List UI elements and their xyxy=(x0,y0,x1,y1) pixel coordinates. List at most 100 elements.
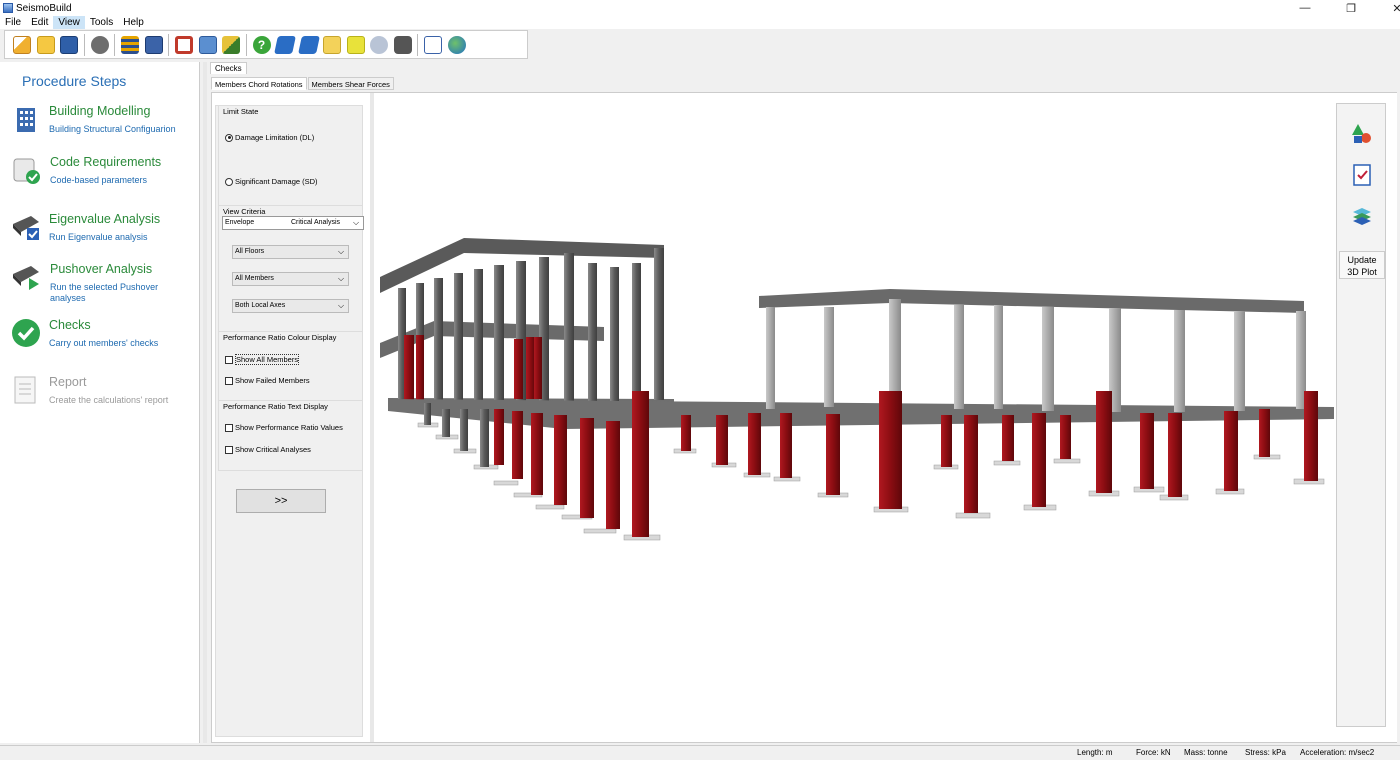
main-area: Checks Members Chord Rotations Members S… xyxy=(208,62,1400,745)
group-title: Performance Ratio Text Display xyxy=(223,402,328,411)
calculator-icon[interactable] xyxy=(197,34,219,56)
folder-icon[interactable] xyxy=(345,34,367,56)
radio-label: Significant Damage (SD) xyxy=(235,177,318,186)
checkbox-show-all-members[interactable]: Show All Members xyxy=(225,354,300,365)
step-report: Report Create the calculations' report xyxy=(0,375,200,425)
open-folder-icon[interactable] xyxy=(35,34,57,56)
menu-edit[interactable]: Edit xyxy=(26,16,53,29)
chevron-down-icon: ⌵ xyxy=(338,274,345,283)
chat-icon[interactable] xyxy=(368,34,390,56)
step-name: Pushover Analysis xyxy=(50,262,153,276)
checkbox-box xyxy=(225,355,233,364)
structure-3d-plot[interactable] xyxy=(374,93,1397,742)
checkbox-label: Show Performance Ratio Values xyxy=(235,423,343,432)
new-file-icon[interactable] xyxy=(11,34,33,56)
close-icon[interactable]: ✕ xyxy=(1374,0,1400,16)
update-3d-plot-button[interactable]: Update 3D Plot xyxy=(1339,251,1385,279)
menu-bar: File Edit View Tools Help xyxy=(0,16,1400,29)
checkbox-label: Show Critical Analyses xyxy=(235,445,311,454)
step-name: Checks xyxy=(49,318,91,332)
analysis-value: Critical Analysis xyxy=(291,219,341,226)
menu-help[interactable]: Help xyxy=(118,16,149,29)
checkbox-show-performance-ratio[interactable]: Show Performance Ratio Values xyxy=(225,423,343,432)
checkbox-show-critical-analyses[interactable]: Show Critical Analyses xyxy=(225,445,311,454)
document-icon[interactable] xyxy=(143,34,165,56)
checkbox-show-failed-members[interactable]: Show Failed Members xyxy=(225,376,310,385)
checklist-icon[interactable] xyxy=(1351,164,1373,186)
step-eigenvalue-analysis[interactable]: Eigenvalue Analysis Run Eigenvalue analy… xyxy=(0,212,200,262)
step-name: Eigenvalue Analysis xyxy=(49,212,161,226)
frame-icon[interactable] xyxy=(173,34,195,56)
title-bar: SeismoBuild — ❐ ✕ xyxy=(0,0,1400,16)
tab-members-chord-rotations[interactable]: Members Chord Rotations xyxy=(211,77,307,90)
menu-file[interactable]: File xyxy=(0,16,26,29)
step-name: Building Modelling xyxy=(49,104,151,118)
step-code-requirements[interactable]: Code Requirements Code-based parameters xyxy=(0,155,200,205)
floors-select[interactable]: All Floors ⌵ xyxy=(232,245,349,259)
chevron-down-icon: ⌵ xyxy=(338,247,345,256)
edit-icon[interactable] xyxy=(422,34,444,56)
go-button[interactable]: >> xyxy=(236,489,326,513)
group-title: Limit State xyxy=(223,107,259,116)
toolbar-separator xyxy=(245,33,247,56)
group-title: View Criteria xyxy=(223,207,266,216)
toolbar-separator xyxy=(114,33,115,56)
globe-icon[interactable] xyxy=(446,34,468,56)
procedure-panel: Procedure Steps Building Modelling Build… xyxy=(0,62,200,743)
report-icon xyxy=(14,376,36,404)
upper-columns-right xyxy=(766,299,1306,412)
envelope-analysis-select[interactable]: Envelope Critical Analysis ⌵ xyxy=(222,216,364,230)
subtab-bar: Members Chord Rotations Members Shear Fo… xyxy=(211,77,395,90)
axes-select[interactable]: Both Local Axes ⌵ xyxy=(232,299,349,313)
save-icon[interactable] xyxy=(58,34,80,56)
radio-significant-damage[interactable]: Significant Damage (SD) xyxy=(225,177,318,186)
book-icon[interactable] xyxy=(297,34,320,56)
members-select[interactable]: All Members ⌵ xyxy=(232,272,349,286)
panel-splitter[interactable] xyxy=(203,62,207,743)
step-checks[interactable]: Checks Carry out members' checks xyxy=(0,318,200,368)
brush-icon[interactable] xyxy=(220,34,242,56)
step-desc: Run the selected Pushover analyses xyxy=(50,282,159,303)
status-length: Length: m xyxy=(1077,748,1113,757)
menu-tools[interactable]: Tools xyxy=(85,16,118,29)
step-building-modelling[interactable]: Building Modelling Building Structural C… xyxy=(0,104,200,154)
engine-check-icon xyxy=(13,216,39,240)
3d-viewport[interactable] xyxy=(370,93,1397,742)
step-desc: Run Eigenvalue analysis xyxy=(49,232,148,242)
status-bar: Length: m Force: kN Mass: tonne Stress: … xyxy=(0,745,1400,760)
status-stress: Stress: kPa xyxy=(1245,748,1286,757)
camera-icon[interactable] xyxy=(392,34,414,56)
tab-checks[interactable]: Checks xyxy=(210,62,247,74)
step-desc: Code-based parameters xyxy=(50,175,148,185)
checkbox-label: Show All Members xyxy=(235,354,300,365)
status-mass: Mass: tonne xyxy=(1184,748,1228,757)
upper-red-columns-left xyxy=(404,335,542,401)
step-pushover-analysis[interactable]: Pushover Analysis Run the selected Pusho… xyxy=(0,262,200,312)
checkbox-box xyxy=(225,445,233,454)
radio-damage-limitation[interactable]: Damage Limitation (DL) xyxy=(225,133,314,142)
select-value: All Floors xyxy=(235,248,265,255)
maximize-icon[interactable]: ❐ xyxy=(1328,0,1374,16)
slab-ground-main xyxy=(388,399,1334,429)
folder-icon[interactable] xyxy=(321,34,343,56)
tab-members-shear-forces[interactable]: Members Shear Forces xyxy=(307,77,394,90)
step-desc: Create the calculations' report xyxy=(49,395,169,405)
layers-stack-icon[interactable] xyxy=(1351,204,1373,226)
select-value: All Members xyxy=(235,275,274,282)
step-desc: Building Structural Configuarion xyxy=(49,124,176,134)
engine-icon[interactable] xyxy=(89,34,111,56)
minimize-icon[interactable]: — xyxy=(1282,0,1328,16)
window-controls: — ❐ ✕ xyxy=(1282,0,1400,16)
toolbar-separator xyxy=(417,33,418,56)
building-icon xyxy=(17,108,35,132)
slab-roof-right xyxy=(759,289,1304,313)
layers-icon[interactable] xyxy=(119,34,141,56)
controls-panel: Limit State Damage Limitation (DL) Signi… xyxy=(215,105,364,737)
menu-view[interactable]: View xyxy=(53,16,85,29)
shapes-icon[interactable] xyxy=(1351,122,1373,144)
scroll-check-icon xyxy=(13,158,40,184)
book-icon[interactable] xyxy=(274,34,296,56)
help-icon[interactable]: ? xyxy=(251,34,273,56)
step-desc: Carry out members' checks xyxy=(49,338,159,348)
text-display-group: Performance Ratio Text Display Show Perf… xyxy=(218,401,363,471)
